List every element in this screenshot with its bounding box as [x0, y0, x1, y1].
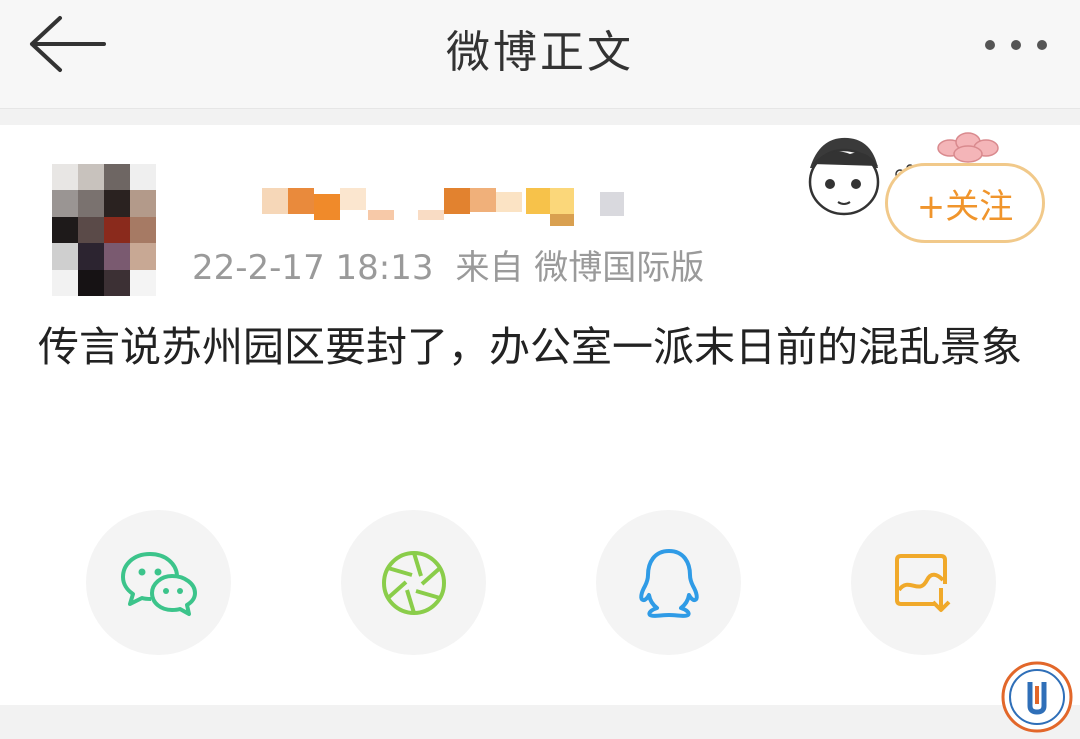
avatar[interactable]	[52, 164, 156, 296]
more-dots-icon[interactable]	[980, 28, 1052, 62]
post-source: 来自 微博国际版	[455, 248, 705, 288]
post-text: 传言说苏州园区要封了，办公室一派末日前的混乱景象	[38, 323, 1022, 371]
follow-button[interactable]: +关注	[885, 163, 1045, 243]
username-mosaic[interactable]	[234, 188, 634, 228]
share-moments-button[interactable]	[341, 510, 486, 655]
post-timestamp: 22-2-17 18:13	[192, 248, 434, 288]
watermark-logo	[1001, 661, 1073, 733]
share-qq-button[interactable]	[596, 510, 741, 655]
top-nav-bar: 微博正文	[0, 0, 1080, 109]
page-title: 微博正文	[446, 27, 634, 78]
save-image-icon	[894, 553, 950, 612]
qq-icon	[638, 548, 699, 618]
wechat-icon	[120, 551, 197, 616]
moments-icon	[381, 550, 446, 615]
share-save-image-button[interactable]	[851, 510, 996, 655]
post-meta: 22-2-17 18:13 来自 微博国际版	[192, 240, 704, 289]
share-wechat-button[interactable]	[86, 510, 231, 655]
